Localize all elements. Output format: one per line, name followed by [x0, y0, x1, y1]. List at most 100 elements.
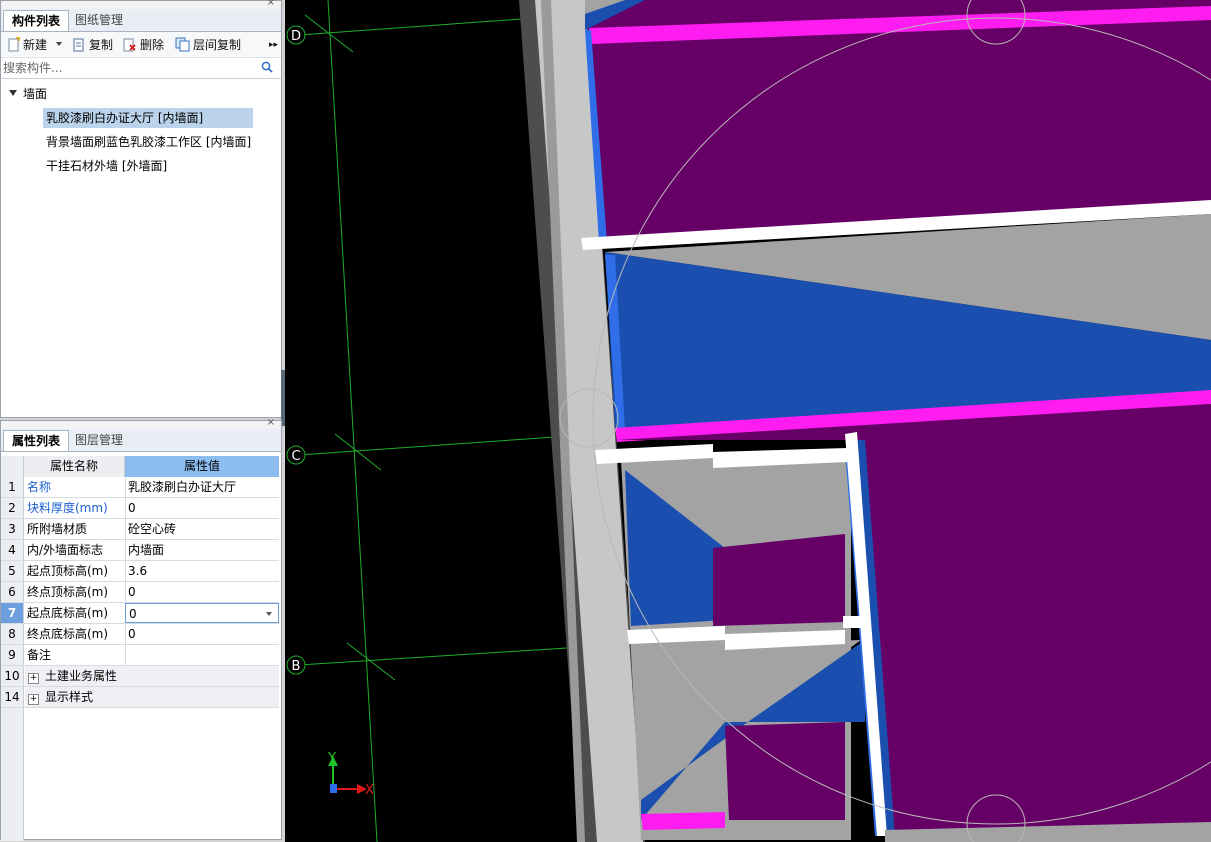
row-number: 2 [1, 498, 24, 518]
delete-label: 删除 [140, 38, 165, 52]
property-row[interactable]: 9 备注 [1, 645, 279, 666]
editor-value: 0 [129, 607, 137, 621]
expand-plus-icon[interactable]: + [28, 694, 39, 705]
axis-label-b: B [292, 659, 301, 674]
tree-root-wall-surface[interactable]: 墙面 [9, 85, 47, 103]
panel-title-bar: × [1, 418, 281, 429]
copy-label: 复制 [89, 38, 114, 52]
property-name: 内/外墙面标志 [25, 540, 126, 560]
component-list-panel: × 构件列表 图纸管理 新建 复制 删除 层间复制 ▸▸ 墙面 乳胶漆刷白办证大… [0, 0, 282, 418]
purple-block-lower-1 [713, 534, 845, 626]
tree-item-component-1[interactable]: 乳胶漆刷白办证大厅 [内墙面] [43, 108, 253, 128]
building-model[interactable] [519, 0, 1211, 842]
viewport-canvas[interactable]: D C B Y X [285, 0, 1211, 842]
expand-plus-icon[interactable]: + [28, 673, 39, 684]
tab-layer-management[interactable]: 图层管理 [67, 430, 131, 451]
white-beam-stub [843, 616, 865, 628]
property-name: 块料厚度(mm) [25, 498, 126, 518]
new-label: 新建 [23, 38, 48, 52]
component-panel-tabs: 构件列表 图纸管理 [1, 9, 281, 32]
property-value[interactable]: 砼空心砖 [125, 519, 279, 539]
floor-copy-button[interactable]: 层间复制 [175, 36, 241, 54]
panel-title-bar: × [1, 0, 281, 9]
purple-block-lower-2 [725, 722, 845, 820]
search-input[interactable] [3, 59, 253, 76]
magenta-edge-bottom [641, 812, 725, 830]
header-property-value: 属性值 [125, 456, 279, 477]
property-value-editor[interactable]: 0 [125, 603, 279, 623]
property-row[interactable]: 2 块料厚度(mm) 0 [1, 498, 279, 519]
property-group-row[interactable]: 10 + 土建业务属性 [1, 666, 279, 687]
property-row[interactable]: 8 终点底标高(m) 0 [1, 624, 279, 645]
property-value[interactable]: 3.6 [125, 561, 279, 581]
row-number: 14 [1, 687, 24, 707]
property-grid-header: 属性名称 属性值 [1, 456, 279, 477]
property-row[interactable]: 3 所附墙材质 砼空心砖 [1, 519, 279, 540]
floor-copy-icon [175, 37, 190, 52]
property-value[interactable]: 0 [125, 498, 279, 518]
collapse-triangle-icon[interactable] [9, 90, 17, 96]
row-number: 4 [1, 540, 24, 560]
chevron-down-icon[interactable] [55, 40, 63, 48]
more-tools-icon[interactable]: ▸▸ [269, 36, 278, 54]
row-number: 8 [1, 624, 24, 644]
tree-item-component-2[interactable]: 背景墙面刷蓝色乳胶漆工作区 [内墙面] [43, 132, 254, 152]
header-property-name: 属性名称 [24, 456, 125, 477]
row-number: 9 [1, 645, 24, 665]
tab-property-list[interactable]: 属性列表 [3, 430, 70, 451]
property-name: 终点顶标高(m) [25, 582, 126, 602]
tab-component-list[interactable]: 构件列表 [3, 10, 70, 31]
property-name: 所附墙材质 [25, 519, 126, 539]
dropdown-arrow-icon[interactable] [266, 612, 272, 616]
new-button[interactable]: 新建 [7, 36, 63, 54]
property-row[interactable]: 5 起点顶标高(m) 3.6 [1, 561, 279, 582]
tree-item-component-3[interactable]: 干挂石材外墙 [外墙面] [43, 156, 170, 176]
group-label: 显示样式 [45, 690, 94, 704]
row-number: 3 [1, 519, 24, 539]
property-row[interactable]: 1 名称 乳胶漆刷白办证大厅 [1, 477, 279, 498]
copy-icon [73, 38, 84, 52]
close-icon[interactable]: × [267, 418, 275, 428]
axis-y-label: Y [327, 751, 336, 766]
property-list-panel: × 属性列表 图层管理 属性名称 属性值 1 名称 乳胶漆刷白办证大厅 2 块料… [0, 418, 282, 841]
property-value[interactable]: 内墙面 [125, 540, 279, 560]
new-icon [8, 37, 20, 52]
row-number: 5 [1, 561, 24, 581]
property-value[interactable] [125, 645, 279, 665]
property-name: 起点底标高(m) [25, 603, 126, 623]
group-label: 土建业务属性 [45, 669, 118, 683]
property-group-row[interactable]: 14 + 显示样式 [1, 687, 279, 708]
floor-copy-label: 层间复制 [193, 38, 242, 52]
row-number-gutter [1, 708, 24, 841]
property-row[interactable]: 6 终点顶标高(m) 0 [1, 582, 279, 603]
axis-bubble-b: B [286, 655, 306, 675]
tab-drawing-management[interactable]: 图纸管理 [67, 10, 131, 31]
property-value[interactable]: 0 [125, 582, 279, 602]
copy-button[interactable]: 复制 [72, 36, 113, 54]
delete-icon [123, 38, 136, 52]
tree-root-label: 墙面 [23, 87, 48, 101]
component-toolbar: 新建 复制 删除 层间复制 ▸▸ [1, 32, 281, 58]
component-search [1, 58, 281, 79]
search-icon[interactable] [261, 61, 273, 73]
row-number: 10 [1, 666, 24, 686]
property-row[interactable]: 4 内/外墙面标志 内墙面 [1, 540, 279, 561]
close-icon[interactable]: × [267, 0, 275, 8]
axis-label-c: C [291, 449, 300, 464]
property-value[interactable]: 乳胶漆刷白办证大厅 [125, 477, 279, 497]
3d-viewport[interactable]: D C B Y X [285, 0, 1211, 842]
property-value[interactable]: 0 [125, 624, 279, 644]
axis-bubble-d: D [286, 25, 306, 45]
row-number: 1 [1, 477, 24, 497]
property-name: 名称 [25, 477, 126, 497]
property-value [125, 687, 279, 707]
property-group-name: + 土建业务属性 [25, 666, 127, 686]
axis-label-d: D [291, 29, 301, 44]
property-row-active[interactable]: 7 起点底标高(m) 0 [1, 603, 279, 624]
property-value [125, 666, 279, 686]
delete-button[interactable]: 删除 [123, 36, 164, 54]
property-name: 起点顶标高(m) [25, 561, 126, 581]
row-number: 6 [1, 582, 24, 602]
axis-x-label: X [365, 783, 374, 798]
property-panel-tabs: 属性列表 图层管理 [1, 429, 281, 452]
